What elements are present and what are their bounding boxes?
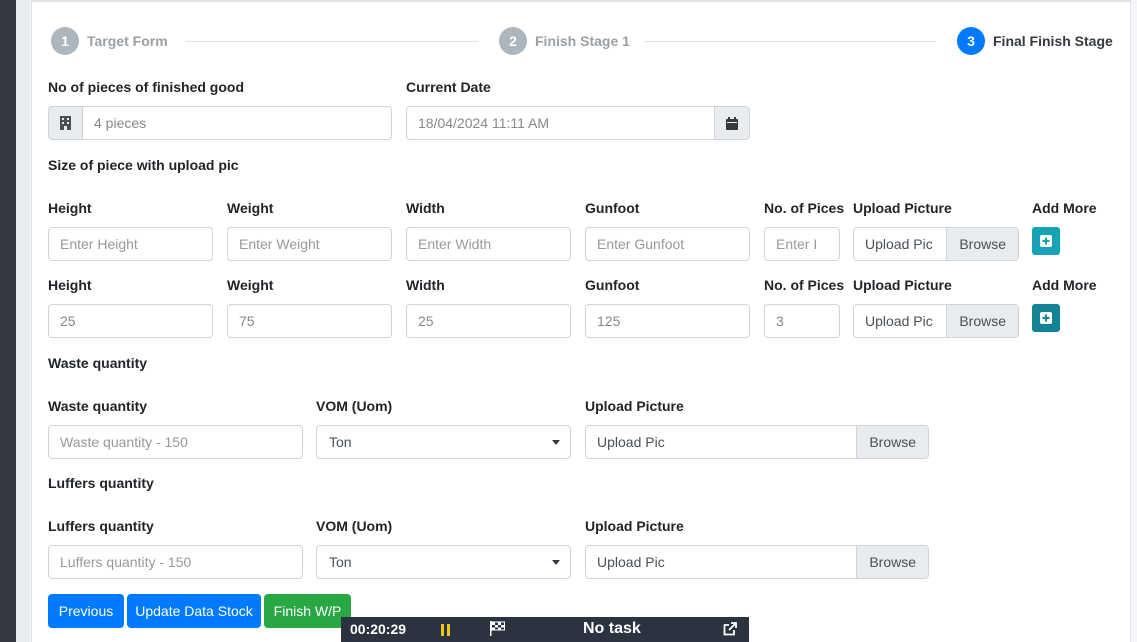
update-data-stock-button[interactable]: Update Data Stock	[127, 594, 261, 628]
timer-value: 00:20:29	[350, 621, 407, 637]
gunfoot-input-2[interactable]: 125	[585, 304, 750, 338]
luffers-section-title: Luffers quantity	[48, 475, 154, 491]
waste-quantity-input[interactable]: Waste quantity - 150	[48, 425, 303, 459]
caret-down-icon	[552, 439, 560, 445]
add-more-label: Add More	[1032, 200, 1097, 216]
task-timer-bar: 00:20:29 No task	[341, 617, 749, 642]
width-input-2[interactable]: 25	[406, 304, 571, 338]
sidebar-edge	[0, 0, 16, 642]
luffers-upload-label: Upload Picture	[585, 518, 684, 534]
waste-uom-select[interactable]: Ton	[316, 425, 571, 459]
caret-down-icon	[552, 559, 560, 565]
waste-upload-field[interactable]: Upload Pic Browse	[585, 425, 929, 459]
browse-button-2[interactable]: Browse	[946, 305, 1018, 337]
date-input-group: 18/04/2024 11:11 AM	[406, 106, 750, 140]
step-3-number: 3	[967, 33, 975, 49]
step-1-circle[interactable]: 1	[51, 27, 79, 55]
luffers-uom-value: Ton	[329, 554, 352, 570]
pieces-label: No of pieces of finished good	[48, 79, 244, 95]
upload-picture-field[interactable]: Upload Pic Browse	[853, 227, 1019, 261]
gunfoot-label-2: Gunfoot	[585, 277, 640, 293]
waste-section-title: Waste quantity	[48, 355, 148, 371]
gunfoot-input[interactable]: Enter Gunfoot	[585, 227, 750, 261]
luffers-uom-label: VOM (Uom)	[316, 518, 393, 534]
browse-button[interactable]: Browse	[946, 228, 1018, 260]
weight-input-2[interactable]: 75	[227, 304, 392, 338]
step-2-circle[interactable]: 2	[499, 27, 527, 55]
add-more-button[interactable]	[1032, 227, 1060, 255]
upload-picture-label-2: Upload Picture	[853, 277, 952, 293]
step-1-number: 1	[61, 33, 69, 49]
waste-upload-label: Upload Picture	[585, 398, 684, 414]
pieces-input[interactable]: 4 pieces	[83, 106, 392, 140]
pieces-count-label: No. of Pices	[764, 200, 845, 216]
upload-picture-text-2: Upload Pic	[865, 313, 933, 329]
step-connector-1	[186, 41, 478, 42]
building-icon	[48, 106, 83, 140]
step-1-label[interactable]: Target Form	[87, 33, 168, 49]
luffers-browse-button[interactable]: Browse	[856, 546, 928, 578]
waste-quantity-label: Waste quantity	[48, 398, 148, 414]
plus-square-icon	[1040, 235, 1052, 247]
height-input-2[interactable]: 25	[48, 304, 213, 338]
weight-input[interactable]: Enter Weight	[227, 227, 392, 261]
height-label-2: Height	[48, 277, 92, 293]
luffers-upload-field[interactable]: Upload Pic Browse	[585, 545, 929, 579]
form-card: 1 Target Form 2 Finish Stage 1 3 Final F…	[31, 0, 1131, 642]
gunfoot-label: Gunfoot	[585, 200, 640, 216]
current-date-input[interactable]: 18/04/2024 11:11 AM	[406, 106, 715, 140]
step-connector-2	[644, 41, 936, 42]
height-input[interactable]: Enter Height	[48, 227, 213, 261]
size-section-title: Size of piece with upload pic	[48, 157, 239, 173]
task-name: No task	[583, 620, 641, 637]
weight-label: Weight	[227, 200, 274, 216]
upload-picture-field-2[interactable]: Upload Pic Browse	[853, 304, 1019, 338]
step-2-number: 2	[509, 33, 517, 49]
previous-button[interactable]: Previous	[48, 594, 124, 628]
pause-icon[interactable]	[441, 623, 450, 639]
upload-picture-text: Upload Pic	[865, 236, 933, 252]
step-3-label[interactable]: Final Finish Stage	[993, 33, 1113, 49]
weight-label-2: Weight	[227, 277, 274, 293]
width-input[interactable]: Enter Width	[406, 227, 571, 261]
checkered-flag-icon[interactable]	[490, 621, 506, 639]
step-3-circle[interactable]: 3	[957, 27, 985, 55]
luffers-quantity-label: Luffers quantity	[48, 518, 154, 534]
luffers-quantity-input[interactable]: Luffers quantity - 150	[48, 545, 303, 579]
waste-browse-button[interactable]: Browse	[856, 426, 928, 458]
sidebar-gutter	[16, 0, 30, 642]
calendar-icon[interactable]	[715, 106, 750, 140]
pieces-count-label-2: No. of Pices	[764, 277, 845, 293]
add-more-label-2: Add More	[1032, 277, 1097, 293]
current-date-label: Current Date	[406, 79, 491, 95]
external-link-icon[interactable]	[723, 622, 737, 639]
waste-uom-label: VOM (Uom)	[316, 398, 393, 414]
step-2-label[interactable]: Finish Stage 1	[535, 33, 630, 49]
waste-uom-value: Ton	[329, 434, 352, 450]
upload-picture-label: Upload Picture	[853, 200, 952, 216]
waste-upload-text: Upload Pic	[597, 434, 665, 450]
plus-square-icon	[1040, 312, 1052, 324]
pieces-input-group: 4 pieces	[48, 106, 392, 140]
luffers-upload-text: Upload Pic	[597, 554, 665, 570]
width-label-2: Width	[406, 277, 445, 293]
width-label: Width	[406, 200, 445, 216]
finish-wp-button[interactable]: Finish W/P	[264, 594, 351, 628]
height-label: Height	[48, 200, 92, 216]
pieces-count-input[interactable]: Enter I	[764, 227, 840, 261]
add-more-button-2[interactable]	[1032, 304, 1060, 332]
luffers-uom-select[interactable]: Ton	[316, 545, 571, 579]
pieces-count-input-2[interactable]: 3	[764, 304, 840, 338]
